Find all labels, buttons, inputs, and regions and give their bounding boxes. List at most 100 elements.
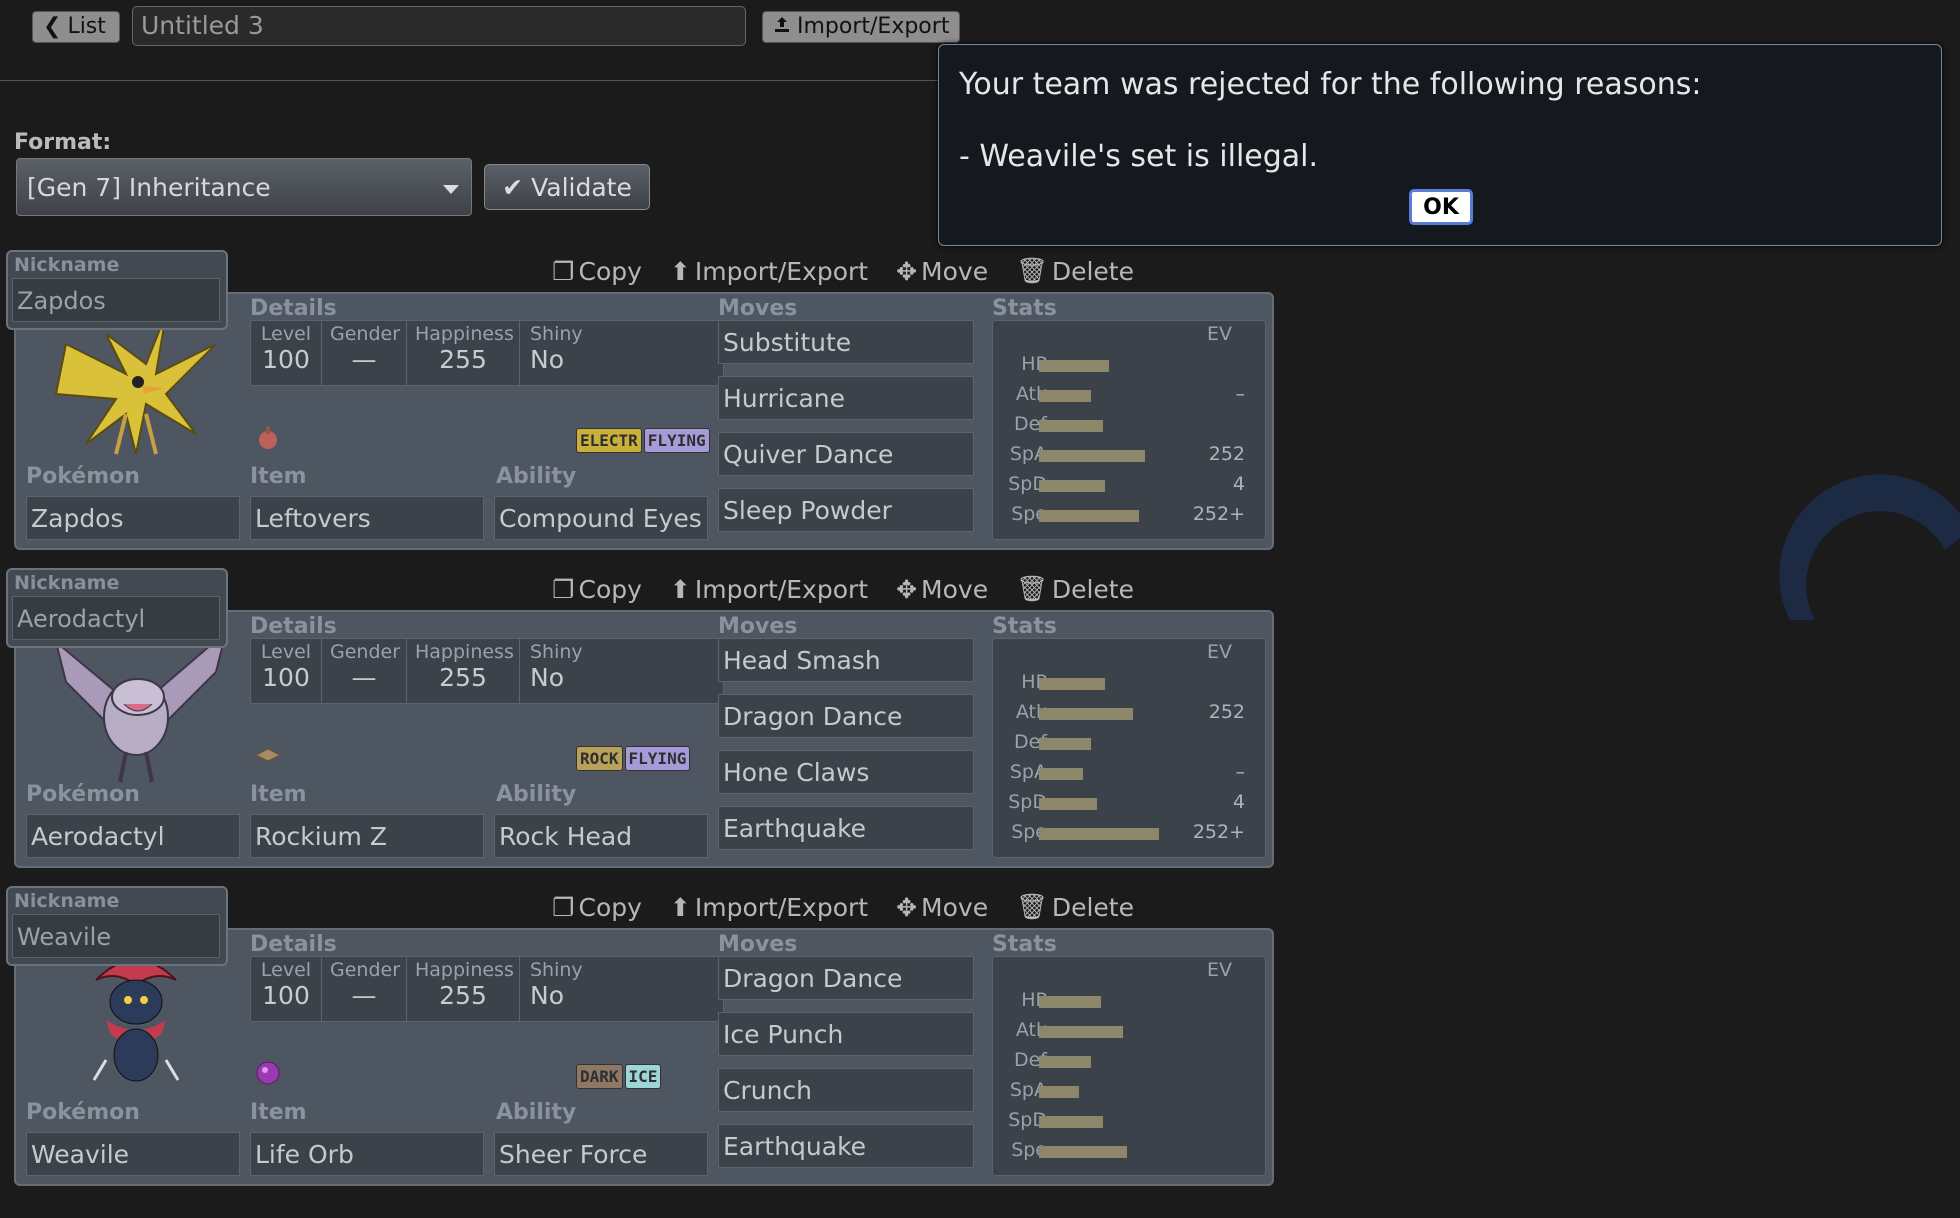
list-button-label: List xyxy=(67,14,106,39)
type-badges: ELECTR FLYING xyxy=(576,428,710,453)
import-export-label: Import/Export xyxy=(694,574,869,604)
gender-value: — xyxy=(351,345,377,374)
move-4-input[interactable]: Earthquake xyxy=(718,1124,974,1168)
stat-bar xyxy=(1039,828,1159,840)
move-1-input[interactable]: Substitute xyxy=(718,320,974,364)
shiny-label: Shiny xyxy=(530,959,583,981)
list-button[interactable]: ❮ List xyxy=(32,11,120,43)
chevron-left-icon: ❮ xyxy=(43,14,62,39)
stat-row-spa: SpA 252 xyxy=(993,443,1265,467)
species-input[interactable]: Weavile xyxy=(26,1132,240,1176)
validate-label: Validate xyxy=(531,172,632,202)
stat-bar xyxy=(1039,738,1091,750)
pokemon-panel: Details Level 100 Gender — Happiness 255 Sh… xyxy=(14,610,1274,868)
stat-row-spa: SpA – xyxy=(993,761,1265,785)
ability-label: Ability xyxy=(496,464,577,489)
move-3-input[interactable]: Quiver Dance xyxy=(718,432,974,476)
stat-row-spd: SpD xyxy=(993,1109,1265,1133)
item-input[interactable]: Rockium Z xyxy=(250,814,484,858)
stats-label: Stats xyxy=(992,932,1057,957)
type-badges: DARK ICE xyxy=(576,1064,662,1089)
stats-box[interactable]: EV HP Atk 252 Def SpA – SpD 4 Spe 252+ xyxy=(992,638,1266,858)
import-export-label: Import/Export xyxy=(694,256,869,286)
import-export-button[interactable]: ⬆ Import/Export xyxy=(670,256,868,286)
details-box[interactable]: Level 100 Gender — Happiness 255 Shiny No xyxy=(250,320,724,386)
move-icon: ✥ xyxy=(896,892,918,922)
move-2-input[interactable]: Dragon Dance xyxy=(718,694,974,738)
move-3-input[interactable]: Crunch xyxy=(718,1068,974,1112)
copy-button[interactable]: ❐ Copy xyxy=(552,892,642,922)
nickname-input[interactable]: Zapdos xyxy=(12,278,220,322)
import-export-label: Import/Export xyxy=(694,892,869,922)
ability-label: Ability xyxy=(496,1100,577,1125)
caret-down-icon xyxy=(443,185,459,194)
move-icon: ✥ xyxy=(896,256,918,286)
gender-cell: Gender — xyxy=(322,957,407,1021)
type-badges: ROCK FLYING xyxy=(576,746,691,771)
item-input[interactable]: Life Orb xyxy=(250,1132,484,1176)
move-4-input[interactable]: Sleep Powder xyxy=(718,488,974,532)
copy-icon: ❐ xyxy=(552,256,575,286)
nickname-input[interactable]: Aerodactyl xyxy=(12,596,220,640)
shiny-cell: Shiny No xyxy=(520,321,658,385)
details-label: Details xyxy=(250,932,337,957)
species-input[interactable]: Aerodactyl xyxy=(26,814,240,858)
details-box[interactable]: Level 100 Gender — Happiness 255 Shiny No xyxy=(250,638,724,704)
nickname-label: Nickname xyxy=(14,254,120,276)
move-button[interactable]: ✥ Move xyxy=(896,574,988,604)
team-import-export-button[interactable]: Import/Export xyxy=(762,11,960,43)
stat-bar xyxy=(1039,996,1101,1008)
stats-box[interactable]: EV HP Atk Def SpA SpD Spe xyxy=(992,956,1266,1176)
move-button[interactable]: ✥ Move xyxy=(896,256,988,286)
species-input[interactable]: Zapdos xyxy=(26,496,240,540)
gender-value: — xyxy=(351,663,377,692)
ability-input[interactable]: Rock Head xyxy=(494,814,708,858)
format-select[interactable]: [Gen 7] Inheritance xyxy=(16,158,472,216)
move-2-input[interactable]: Hurricane xyxy=(718,376,974,420)
move-1-input[interactable]: Head Smash xyxy=(718,638,974,682)
nickname-label: Nickname xyxy=(14,572,120,594)
move-1-input[interactable]: Dragon Dance xyxy=(718,956,974,1000)
import-export-button[interactable]: ⬆ Import/Export xyxy=(670,892,868,922)
gender-cell: Gender — xyxy=(322,321,407,385)
type-badge: ICE xyxy=(624,1064,662,1089)
stat-row-hp: HP xyxy=(993,353,1265,377)
delete-button[interactable]: 🗑 Delete xyxy=(1016,256,1134,286)
move-4-input[interactable]: Earthquake xyxy=(718,806,974,850)
item-input[interactable]: Leftovers xyxy=(250,496,484,540)
team-slot: Nickname Weavile ❐ Copy ⬆ Import/Export ✥ M… xyxy=(0,886,1280,1204)
ability-input[interactable]: Sheer Force xyxy=(494,1132,708,1176)
team-name-input[interactable]: Untitled 3 xyxy=(132,6,746,46)
ability-input[interactable]: Compound Eyes xyxy=(494,496,708,540)
copy-label: Copy xyxy=(578,256,642,286)
upload-icon: ⬆ xyxy=(669,892,691,922)
happiness-value: 255 xyxy=(439,981,487,1010)
details-box[interactable]: Level 100 Gender — Happiness 255 Shiny No xyxy=(250,956,724,1022)
happiness-label: Happiness xyxy=(415,959,514,981)
copy-button[interactable]: ❐ Copy xyxy=(552,256,642,286)
stat-row-spe: Spe xyxy=(993,1139,1265,1163)
stats-box[interactable]: EV HP Atk – Def SpA 252 SpD 4 Spe 252+ xyxy=(992,320,1266,540)
stat-row-def: Def xyxy=(993,1049,1265,1073)
copy-button[interactable]: ❐ Copy xyxy=(552,574,642,604)
import-export-button[interactable]: ⬆ Import/Export xyxy=(670,574,868,604)
level-value: 100 xyxy=(262,345,310,374)
move-button[interactable]: ✥ Move xyxy=(896,892,988,922)
stat-bar xyxy=(1039,798,1097,810)
stat-ev: 252 xyxy=(1208,701,1245,723)
stats-label: Stats xyxy=(992,614,1057,639)
move-label: Move xyxy=(921,574,989,604)
delete-button[interactable]: 🗑 Delete xyxy=(1016,574,1134,604)
delete-button[interactable]: 🗑 Delete xyxy=(1016,892,1134,922)
move-icon: ✥ xyxy=(896,574,918,604)
ok-button[interactable]: OK xyxy=(1409,189,1473,225)
stat-row-spe: Spe 252+ xyxy=(993,821,1265,845)
ability-label: Ability xyxy=(496,782,577,807)
validate-button[interactable]: ✔ Validate xyxy=(484,164,650,210)
gender-label: Gender xyxy=(330,323,401,345)
move-3-input[interactable]: Hone Claws xyxy=(718,750,974,794)
level-cell: Level 100 xyxy=(251,321,322,385)
move-2-input[interactable]: Ice Punch xyxy=(718,1012,974,1056)
delete-label: Delete xyxy=(1051,256,1134,286)
nickname-input[interactable]: Weavile xyxy=(12,914,220,958)
